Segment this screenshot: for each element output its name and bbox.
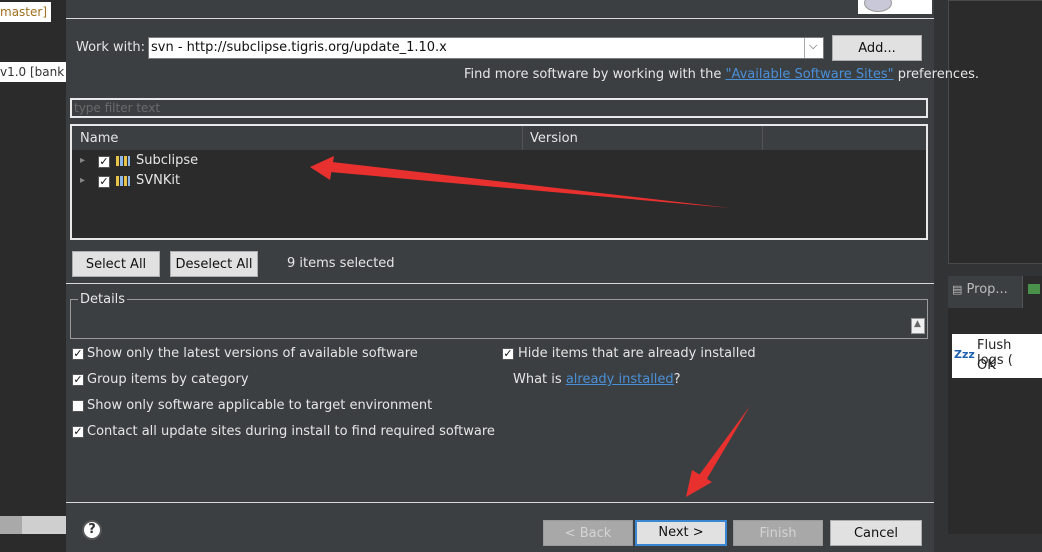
annotation-overlay <box>310 156 750 497</box>
annotation-arrow-to-table <box>310 156 730 208</box>
annotation-arrow-to-next <box>686 406 750 497</box>
